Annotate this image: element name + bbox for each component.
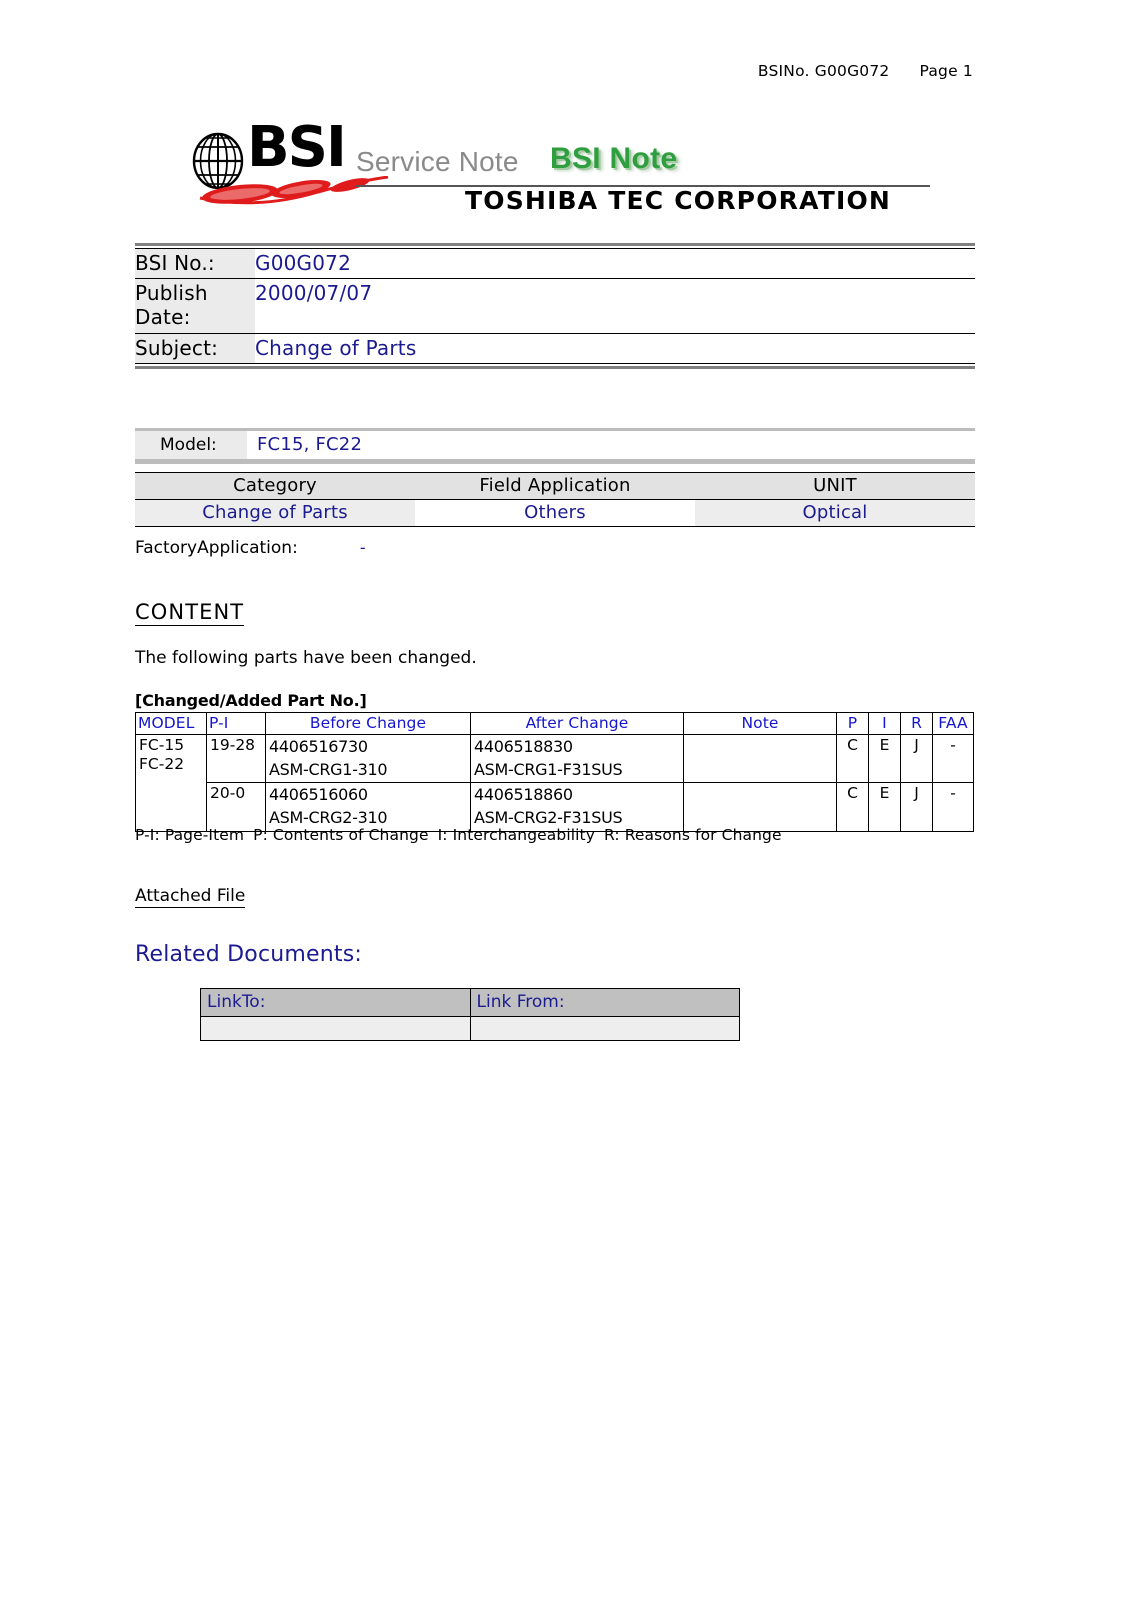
parts-cell-model: FC-15 FC-22 — [135, 734, 207, 832]
parts-before-number: 4406516060 — [269, 785, 368, 805]
related-header-link-to: LinkTo: — [200, 988, 471, 1017]
table-row: 20-0 4406516060 ASM-CRG2-310 4406518860 … — [136, 782, 974, 832]
header-bsi-no: BSINo. G00G072 — [757, 62, 890, 80]
company-name: TOSHIBA TEC CORPORATION — [465, 186, 892, 215]
bsi-info-table: BSI No.: G00G072 Publish Date: 2000/07/0… — [135, 249, 975, 363]
category-header-category: Category — [135, 472, 415, 500]
info-bottom-rule-thick — [135, 365, 975, 369]
model-bottom-bar — [135, 459, 975, 464]
parts-cell-faa: - — [932, 782, 974, 832]
category-value-category: Change of Parts — [135, 499, 415, 527]
parts-cell-after: 4406518860 ASM-CRG2-F31SUS — [470, 782, 684, 832]
info-label-publish-line2: Date: — [135, 305, 191, 330]
category-section: Category Field Application UNIT Change o… — [135, 472, 975, 527]
related-documents-section: LinkTo: Link From: — [200, 988, 740, 1041]
parts-cell-before: 4406516060 ASM-CRG2-310 — [265, 782, 471, 832]
info-row-publish-date: Publish Date: 2000/07/07 — [135, 278, 975, 334]
parts-cell-p: C — [836, 733, 869, 784]
info-value-publish-date: 2000/07/07 — [255, 278, 975, 334]
model-row: Model: FC15, FC22 — [135, 431, 975, 459]
info-label-publish-date: Publish Date: — [135, 278, 255, 334]
attached-file-heading: Attached File — [135, 886, 246, 908]
related-header-row: LinkTo: Link From: — [200, 988, 740, 1017]
logo-block: BSI Service Note BSI Note TOSHIBA TEC CO… — [190, 120, 930, 218]
service-note-label: Service Note — [356, 146, 519, 177]
parts-after-number: 4406518860 — [474, 785, 573, 805]
model-section: Model: FC15, FC22 — [135, 428, 975, 464]
category-header-row: Category Field Application UNIT — [135, 472, 975, 500]
document-header: BSINo. G00G072 Page 1 — [758, 62, 973, 80]
parts-cell-r: J — [900, 782, 933, 832]
parts-table-title: [Changed/Added Part No.] — [135, 691, 367, 710]
parts-header-model: MODEL — [135, 712, 207, 735]
factory-application-value: - — [359, 538, 366, 557]
parts-model-line1: FC-15 — [139, 736, 185, 754]
parts-cell-after: 4406518830 ASM-CRG1-F31SUS — [470, 733, 684, 784]
parts-table: MODEL P-I Before Change After Change Not… — [135, 712, 974, 832]
parts-header-p: P — [836, 712, 869, 735]
factory-application-label: FactoryApplication: — [135, 538, 298, 558]
parts-header-faa: FAA — [932, 712, 974, 735]
parts-after-name: ASM-CRG1-F31SUS — [474, 759, 623, 779]
parts-header-after-change: After Change — [470, 712, 684, 735]
parts-cell-pi: 20-0 — [206, 782, 266, 832]
info-value-subject: Change of Parts — [255, 335, 417, 360]
info-value-bsi-no: G00G072 — [255, 249, 975, 279]
parts-header-row: MODEL P-I Before Change After Change Not… — [135, 712, 974, 735]
info-row-subject: Subject: Change of Parts — [135, 333, 975, 363]
parts-cell-note — [683, 782, 837, 832]
document-page: BSINo. G00G072 Page 1 BSI Service Note BS… — [0, 0, 1131, 1600]
related-header-link-from: Link From: — [469, 988, 740, 1017]
content-body-text: The following parts have been changed. — [135, 648, 477, 668]
parts-before-name: ASM-CRG1-310 — [269, 759, 388, 779]
parts-cell-before: 4406516730 ASM-CRG1-310 — [265, 733, 471, 784]
legend-p: P: Contents of Change — [253, 826, 429, 844]
category-value-row: Change of Parts Others Optical — [135, 499, 975, 527]
info-label-bsi-no: BSI No.: — [135, 249, 255, 279]
parts-cell-r: J — [900, 733, 933, 784]
bsi-info-section: BSI No.: G00G072 Publish Date: 2000/07/0… — [135, 243, 975, 369]
model-label: Model: — [135, 431, 247, 459]
info-label-publish-line1: Publish — [135, 281, 208, 305]
bsi-wordmark: BSI — [247, 115, 347, 180]
parts-header-i: I — [868, 712, 901, 735]
factory-application-row: FactoryApplication: - — [135, 538, 366, 558]
header-page-number: Page 1 — [919, 62, 973, 80]
parts-cell-i: E — [868, 733, 901, 784]
related-documents-heading: Related Documents: — [135, 942, 362, 967]
info-row-bsi-no: BSI No.: G00G072 — [135, 249, 975, 279]
list-item — [200, 1016, 740, 1041]
parts-cell-i: E — [868, 782, 901, 832]
parts-model-line2: FC-22 — [139, 755, 185, 774]
parts-cell-faa: - — [932, 733, 974, 784]
related-documents-table: LinkTo: Link From: — [200, 988, 740, 1041]
info-label-subject: Subject: — [135, 333, 255, 363]
bsi-note-label: BSI Note — [550, 142, 678, 175]
parts-cell-note — [683, 733, 837, 784]
model-value: FC15, FC22 — [257, 434, 363, 455]
parts-header-pi: P-I — [206, 712, 266, 735]
category-header-field-application: Field Application — [415, 472, 695, 500]
legend-pi: P-I: Page-Item — [135, 826, 245, 844]
parts-table-section: MODEL P-I Before Change After Change Not… — [135, 712, 974, 832]
parts-header-r: R — [900, 712, 933, 735]
table-row: FC-15 FC-22 19-28 4406516730 ASM-CRG1-31… — [135, 733, 974, 832]
red-swoosh-icon — [199, 176, 389, 205]
parts-cell-pi: 19-28 — [206, 733, 266, 784]
parts-header-before-change: Before Change — [265, 712, 471, 735]
parts-before-number: 4406516730 — [269, 737, 368, 756]
parts-after-number: 4406518830 — [474, 737, 573, 756]
category-table: Category Field Application UNIT Change o… — [135, 472, 975, 527]
parts-table-legend: P-I: Page-Item P: Contents of Change I: In… — [135, 826, 782, 844]
content-heading: CONTENT — [135, 600, 245, 626]
related-cell-link-to[interactable] — [200, 1016, 471, 1041]
parts-cell-p: C — [836, 782, 869, 832]
category-value-field-application: Others — [415, 499, 695, 527]
parts-header-note: Note — [683, 712, 837, 735]
legend-r: R: Reasons for Change — [604, 826, 782, 844]
related-cell-link-from[interactable] — [469, 1016, 740, 1041]
category-value-unit: Optical — [695, 499, 975, 527]
legend-i: I: Interchangeability — [437, 826, 595, 844]
category-header-unit: UNIT — [695, 472, 975, 500]
